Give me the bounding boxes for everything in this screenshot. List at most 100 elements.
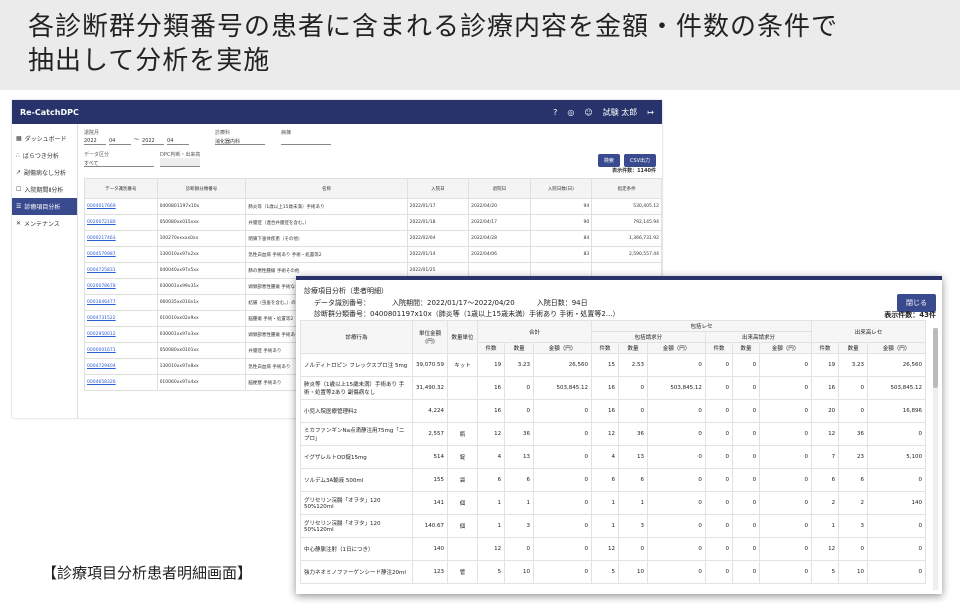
cell-days: 84 [529, 230, 593, 247]
cell: 0 [504, 376, 535, 400]
th-in[interactable]: 入院日 [406, 178, 470, 199]
cell-id[interactable]: 0020072180 [84, 214, 158, 231]
th-amt: 金額（円） [867, 342, 926, 354]
th-qty: 数量 [838, 342, 869, 354]
th-qty: 数量 [731, 342, 761, 354]
ward-select[interactable] [281, 136, 332, 145]
cell-id[interactable]: 0020078678 [84, 278, 158, 295]
search-button[interactable]: 検索 [597, 154, 620, 167]
cell-dpc: 010060xx97x4xx [156, 374, 247, 391]
cell-id[interactable]: 0000217463 [84, 230, 158, 247]
th-unit: 数量単位 [447, 320, 478, 354]
sidebar-item-variance[interactable]: ∴ ばらつき分析 [12, 147, 77, 164]
cell-val: 530,405.12 [591, 198, 662, 215]
cell: 6 [838, 468, 869, 492]
sidebar-item-period2[interactable]: ☐ 入院期間Ⅱ分析 [12, 181, 77, 198]
cell: 0 [504, 399, 535, 423]
range-sep: ～ [134, 137, 140, 143]
cell: 0 [533, 491, 592, 515]
logout-icon[interactable]: ↦ [647, 108, 654, 117]
cell-id[interactable]: 0004570987 [84, 246, 158, 263]
from-year-select[interactable]: 2022 [84, 136, 106, 145]
cell-id[interactable]: 0004658326 [84, 374, 158, 391]
th-name[interactable]: 名称 [245, 178, 408, 199]
dpc-select[interactable] [160, 158, 200, 167]
cell: 10 [504, 560, 535, 584]
cell [447, 537, 478, 561]
th-hokatsu-a: 包括請求分 [590, 331, 706, 343]
period-label: 退院月 [84, 130, 100, 136]
cell: 0 [533, 422, 592, 446]
cell: 140 [412, 537, 448, 561]
bulb-icon[interactable]: ◎ [567, 108, 574, 117]
cell: 10 [838, 560, 869, 584]
cell-out: 2022/04/06 [468, 246, 531, 263]
tools-icon: ✕ [16, 220, 22, 227]
th-price: 単位金額(円) [412, 320, 448, 354]
cell-id[interactable]: 0004725831 [84, 262, 158, 279]
th-cond[interactable]: 指定条件 [591, 178, 662, 199]
cell-id[interactable]: 0002950012 [84, 326, 158, 343]
th-dpc[interactable]: 診断群分類番号 [156, 178, 247, 199]
cell: 小児入院医療管理料2 [300, 399, 413, 423]
th-hokatsu-b: 出来高請求分 [704, 331, 813, 343]
cell: 0 [759, 376, 812, 400]
csv-export-button[interactable]: CSV出力 [623, 154, 656, 167]
cell-name: 急性白血病 手術あり 手術・処置等2 [245, 246, 408, 263]
cell-dpc: 040040xx97x5xx [156, 262, 247, 279]
th-id[interactable]: データ識別番号 [84, 178, 158, 199]
cell-id[interactable]: 0001646477 [84, 294, 158, 311]
cell: 0 [647, 514, 706, 538]
th-qty: 数量 [504, 342, 535, 354]
cell-id[interactable]: 0004731522 [84, 310, 158, 327]
cell: 1 [590, 491, 620, 515]
cell: 0 [704, 353, 734, 377]
slide-title-line1: 各診断群分類番号の患者に含まれる診療内容を金額・件数の条件で [28, 12, 839, 42]
modal-period: 入院期間：2022/01/17～2022/04/20 [392, 299, 515, 307]
cell-val: 792,145.94 [591, 214, 662, 231]
cell-dpc: 030001xx99x31x [156, 278, 247, 295]
cell: 0 [647, 491, 706, 515]
cell: 0 [704, 537, 734, 561]
modal-scrollbar[interactable] [933, 328, 938, 590]
cell: 0 [867, 514, 926, 538]
cell: 管 [447, 560, 478, 584]
table-row: 中心静脈注射（1日につき） 140 12 0 0 12 0 0 0 0 0 12 0 0 [300, 537, 926, 561]
user-icon: ☺ [584, 107, 593, 117]
cell: 0 [731, 445, 761, 469]
data-type-select[interactable]: すべて [84, 158, 154, 167]
cell: 4,224 [412, 399, 448, 423]
th-days[interactable]: 入院日数(日) [529, 178, 593, 199]
cell: 1 [810, 514, 840, 538]
sidebar-item-dashboard[interactable]: ▦ ダッシュボード [12, 130, 77, 147]
sidebar-item-nocomplication[interactable]: ↗ 副傷病なし分析 [12, 164, 77, 181]
cell: 0 [704, 468, 734, 492]
sidebar-item-maintenance[interactable]: ✕ メンテナンス [12, 215, 77, 232]
to-year-select[interactable]: 2022 [142, 136, 165, 145]
cell: 個 [447, 514, 478, 538]
sidebar-item-treatment[interactable]: ☰ 診療項目分析 [12, 198, 77, 215]
cell: 0 [647, 560, 706, 584]
cell: 0 [867, 560, 926, 584]
from-month-select[interactable]: 04 [109, 136, 131, 145]
cell: 2.53 [618, 353, 648, 377]
cell [447, 399, 478, 423]
cell: 1 [504, 491, 535, 515]
cell-dpc: 050080xx015xxx [156, 214, 247, 231]
cell-id[interactable]: 0004729404 [84, 358, 158, 375]
cell: 12 [476, 422, 506, 446]
cell: 0 [533, 560, 592, 584]
table-row: グリセリン浣腸「オヲタ」120 50%120ml 141 個 1 1 0 1 1 0 0 0 0 2 2 1… [300, 491, 926, 515]
cell: 袋 [447, 468, 478, 492]
th-out[interactable]: 退院日 [468, 178, 531, 199]
to-month-select[interactable]: 04 [167, 136, 190, 145]
cell-dpc: 0400801197x10x [156, 198, 247, 215]
cell: 0 [704, 422, 734, 446]
cell-id[interactable]: 0004017669 [84, 198, 158, 215]
dept-select[interactable]: 消化器内科 [215, 136, 266, 145]
help-icon[interactable]: ? [553, 108, 557, 117]
cell-id[interactable]: 0000001671 [84, 342, 158, 359]
cell: 0 [759, 422, 812, 446]
cell: 0 [731, 537, 761, 561]
th-hokatsu: 包括レセ [590, 320, 813, 332]
